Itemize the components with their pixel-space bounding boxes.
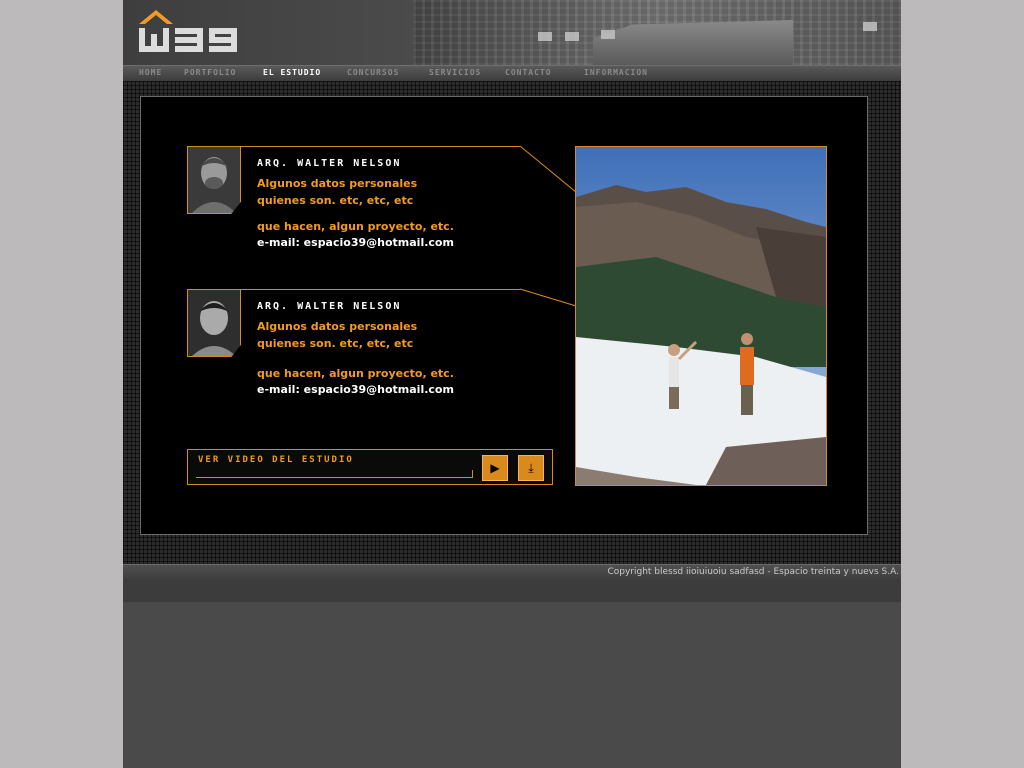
nav-item-informacion[interactable]: INFORMACION bbox=[584, 68, 648, 77]
content-grid-background: ARQ. WALTER NELSON Algunos datos persona… bbox=[123, 81, 901, 564]
person-name: ARQ. WALTER NELSON bbox=[257, 301, 402, 312]
nav-item-home[interactable]: HOME bbox=[139, 68, 162, 77]
mountain-scene-image bbox=[576, 147, 826, 485]
avatar bbox=[187, 146, 241, 214]
person-info-line: que hacen, algun proyecto, etc. bbox=[257, 220, 454, 233]
nav-item-portfolio[interactable]: PORTFOLIO bbox=[184, 68, 236, 77]
download-icon: ⤓ bbox=[528, 461, 534, 475]
w39-logo[interactable] bbox=[137, 8, 241, 56]
header-window bbox=[538, 32, 552, 41]
copyright-text: Copyright blessd iioiuiuoiu sadfasd - Es… bbox=[607, 567, 899, 577]
person-card: ARQ. WALTER NELSON Algunos datos persona… bbox=[187, 289, 587, 396]
person-info-line: quienes son. etc, etc, etc bbox=[257, 337, 414, 350]
avatar bbox=[187, 289, 241, 357]
person-email[interactable]: e-mail: espacio39@hotmail.com bbox=[257, 383, 454, 396]
nav-item-contacto[interactable]: CONTACTO bbox=[505, 68, 552, 77]
person-card: ARQ. WALTER NELSON Algunos datos persona… bbox=[187, 146, 587, 249]
portrait-photo bbox=[188, 290, 240, 356]
person-email[interactable]: e-mail: espacio39@hotmail.com bbox=[257, 236, 454, 249]
play-button[interactable]: ▶ bbox=[482, 455, 508, 481]
nav-item-concursos[interactable]: CONCURSOS bbox=[347, 68, 399, 77]
video-label: VER VIDEO DEL ESTUDIO bbox=[198, 455, 354, 465]
footer: Copyright blessd iioiuiuoiu sadfasd - Es… bbox=[123, 564, 901, 582]
footer-band bbox=[123, 582, 901, 602]
person-info-line: quienes son. etc, etc, etc bbox=[257, 194, 414, 207]
header bbox=[123, 0, 901, 65]
person-info-line: Algunos datos personales bbox=[257, 177, 418, 190]
video-progress-track[interactable] bbox=[196, 470, 473, 478]
card-divider bbox=[240, 289, 520, 290]
main-nav: HOME PORTFOLIO EL ESTUDIO CONCURSOS SERV… bbox=[123, 65, 901, 82]
person-info-line: Algunos datos personales bbox=[257, 320, 418, 333]
person-name: ARQ. WALTER NELSON bbox=[257, 158, 402, 169]
play-icon: ▶ bbox=[490, 461, 500, 475]
mountain-photo bbox=[575, 146, 827, 486]
download-button[interactable]: ⤓ bbox=[518, 455, 544, 481]
studio-video-bar: VER VIDEO DEL ESTUDIO ▶ ⤓ bbox=[187, 449, 553, 485]
portrait-photo bbox=[188, 147, 240, 213]
header-window bbox=[565, 32, 579, 41]
nav-item-servicios[interactable]: SERVICIOS bbox=[429, 68, 481, 77]
studio-panel: ARQ. WALTER NELSON Algunos datos persona… bbox=[140, 96, 868, 535]
page: HOME PORTFOLIO EL ESTUDIO CONCURSOS SERV… bbox=[123, 0, 901, 768]
header-window bbox=[863, 22, 877, 31]
card-divider bbox=[240, 146, 520, 147]
header-window bbox=[601, 30, 615, 39]
nav-item-el-estudio[interactable]: EL ESTUDIO bbox=[263, 68, 321, 77]
person-info-line: que hacen, algun proyecto, etc. bbox=[257, 367, 454, 380]
